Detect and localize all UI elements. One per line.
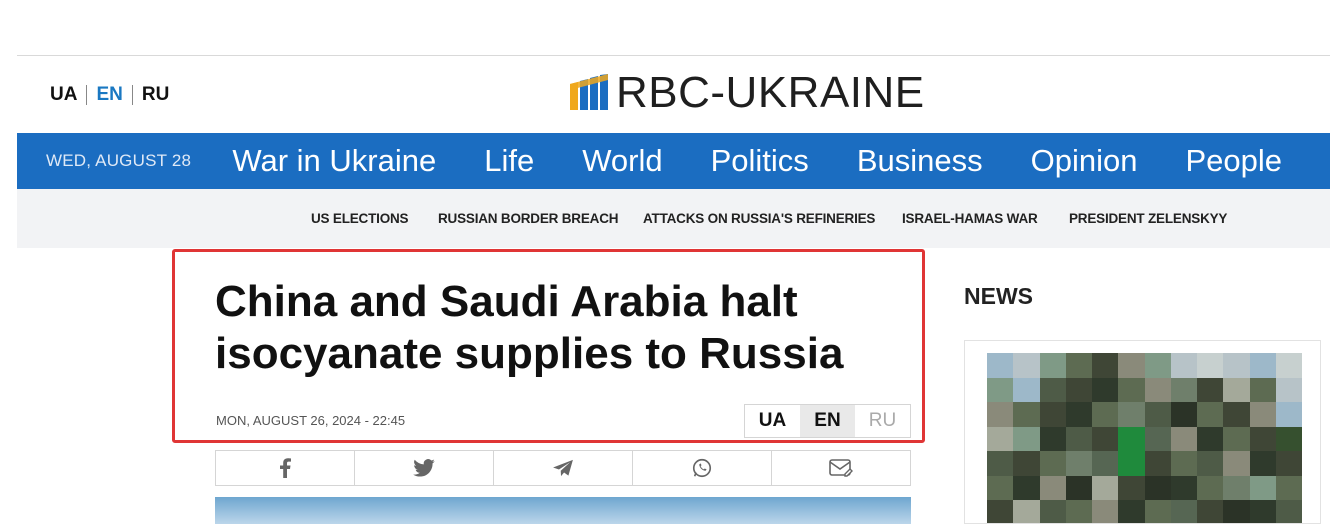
logo-icon [570, 74, 608, 110]
nav-item-politics[interactable]: Politics [711, 143, 809, 179]
whatsapp-icon [692, 458, 712, 478]
tag-attacks-on-refineries[interactable]: ATTACKS ON RUSSIA'S REFINERIES [643, 211, 875, 226]
news-thumbnail-image [987, 353, 1302, 523]
headline-line-2: isocyanate supplies to Russia [215, 329, 844, 378]
main-navigation: WED, AUGUST 28 War in Ukraine Life World… [17, 133, 1330, 189]
lang-en-link[interactable]: EN [96, 84, 122, 106]
nav-item-people[interactable]: People [1185, 143, 1282, 179]
news-section-title: NEWS [964, 283, 1033, 309]
lang-separator [86, 85, 88, 105]
topic-tags-bar: US ELECTIONS RUSSIAN BORDER BREACH ATTAC… [17, 189, 1330, 248]
facebook-icon [280, 458, 291, 478]
nav-item-world[interactable]: World [582, 143, 662, 179]
share-twitter-button[interactable] [355, 451, 494, 485]
site-logo[interactable]: RBC-UKRAINE [570, 70, 925, 116]
site-language-switcher: UA EN RU [50, 84, 169, 106]
article-lang-en[interactable]: EN [800, 405, 855, 437]
article-lang-ua[interactable]: UA [745, 405, 800, 437]
article-lead-image [215, 497, 911, 524]
publish-date: MON, AUGUST 26, 2024 - 22:45 [216, 413, 406, 428]
lang-separator [131, 85, 133, 105]
nav-item-opinion[interactable]: Opinion [1031, 143, 1138, 179]
telegram-icon [553, 459, 573, 477]
tag-president-zelenskyy[interactable]: PRESIDENT ZELENSKYY [1069, 211, 1227, 226]
tag-russian-border-breach[interactable]: RUSSIAN BORDER BREACH [438, 211, 619, 226]
tag-israel-hamas-war[interactable]: ISRAEL-HAMAS WAR [902, 211, 1038, 226]
tag-us-elections[interactable]: US ELECTIONS [311, 211, 409, 226]
share-whatsapp-button[interactable] [633, 451, 772, 485]
logo-text: RBC-UKRAINE [616, 68, 925, 117]
article-headline: China and Saudi Arabia halt isocyanate s… [215, 276, 905, 380]
headline-line-1: China and Saudi Arabia halt [215, 277, 798, 326]
lang-ru-link[interactable]: RU [142, 84, 169, 106]
share-bar [215, 450, 911, 486]
article-lang-ru[interactable]: RU [855, 405, 910, 437]
share-facebook-button[interactable] [216, 451, 355, 485]
share-email-button[interactable] [772, 451, 910, 485]
article-language-switch: UA EN RU [744, 404, 911, 438]
share-telegram-button[interactable] [494, 451, 633, 485]
nav-item-life[interactable]: Life [484, 143, 534, 179]
twitter-icon [413, 459, 435, 477]
nav-item-business[interactable]: Business [857, 143, 983, 179]
nav-item-war-in-ukraine[interactable]: War in Ukraine [232, 143, 436, 179]
current-date: WED, AUGUST 28 [46, 151, 192, 170]
news-card[interactable] [964, 340, 1321, 524]
lang-ua-link[interactable]: UA [50, 84, 77, 106]
email-icon [829, 459, 853, 477]
header-divider [17, 55, 1330, 56]
